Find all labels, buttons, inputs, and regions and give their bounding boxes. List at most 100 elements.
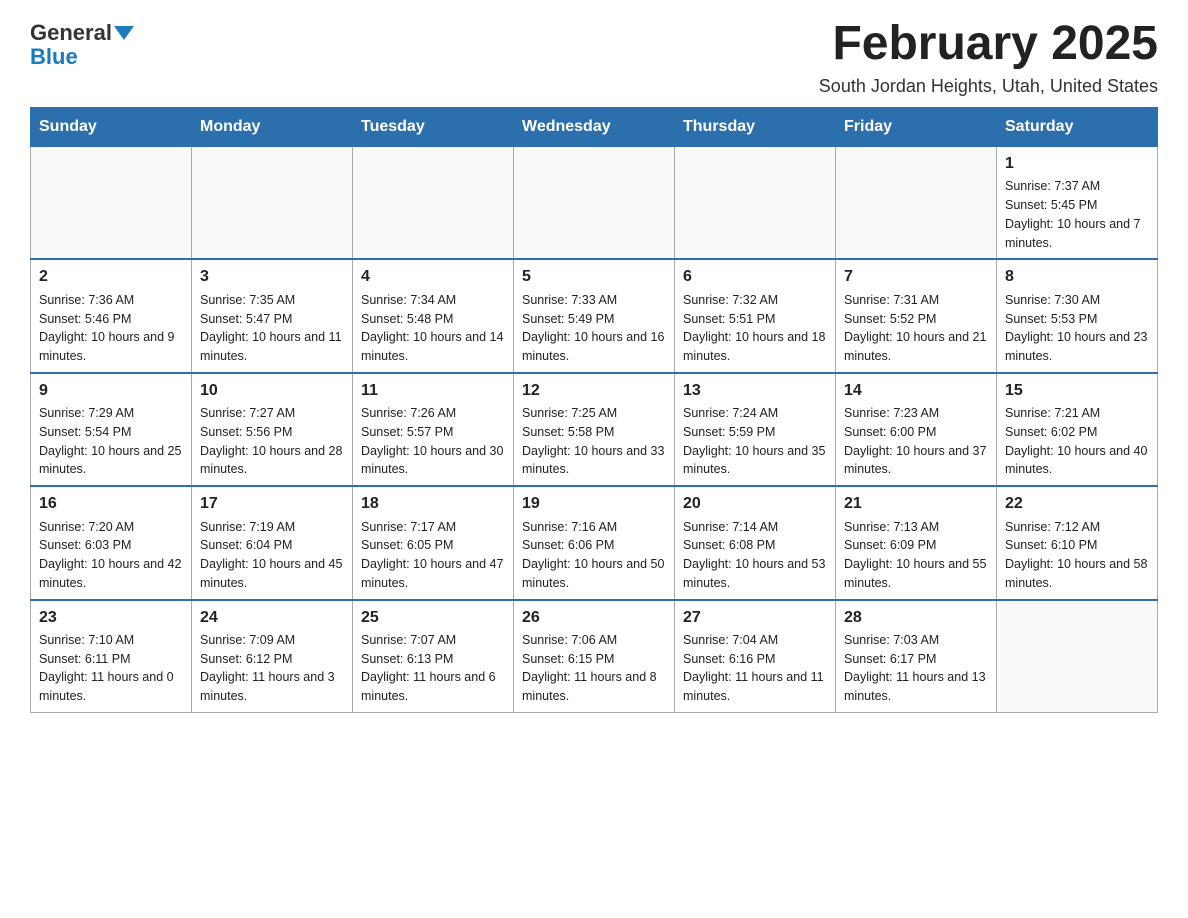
day-number: 15 <box>1005 380 1149 402</box>
calendar-cell: 4 Sunrise: 7:34 AMSunset: 5:48 PMDaylight… <box>353 259 514 372</box>
day-info: Sunrise: 7:37 AMSunset: 5:45 PMDaylight:… <box>1005 177 1149 252</box>
calendar-cell: 5 Sunrise: 7:33 AMSunset: 5:49 PMDaylight… <box>514 259 675 372</box>
calendar-cell: 12Sunrise: 7:25 AMSunset: 5:58 PMDayligh… <box>514 373 675 486</box>
day-info: Sunrise: 7:14 AMSunset: 6:08 PMDaylight:… <box>683 518 827 593</box>
day-info: Sunrise: 7:35 AMSunset: 5:47 PMDaylight:… <box>200 291 344 366</box>
day-number: 27 <box>683 607 827 629</box>
calendar-cell: 16 Sunrise: 7:20 AMSunset: 6:03 PMDayligh… <box>31 486 192 599</box>
day-info: Sunrise: 7:24 AMSunset: 5:59 PMDaylight:… <box>683 404 827 479</box>
day-info: Sunrise: 7:25 AMSunset: 5:58 PMDaylight:… <box>522 404 666 479</box>
day-info: Sunrise: 7:27 AMSunset: 5:56 PMDaylight:… <box>200 404 344 479</box>
day-number: 19 <box>522 493 666 515</box>
day-number: 23 <box>39 607 183 629</box>
day-number: 14 <box>844 380 988 402</box>
calendar-cell: 8 Sunrise: 7:30 AMSunset: 5:53 PMDaylight… <box>997 259 1158 372</box>
day-number: 4 <box>361 266 505 288</box>
day-info: Sunrise: 7:10 AMSunset: 6:11 PMDaylight:… <box>39 631 183 706</box>
day-info: Sunrise: 7:36 AMSunset: 5:46 PMDaylight:… <box>39 291 183 366</box>
calendar-cell: 13Sunrise: 7:24 AMSunset: 5:59 PMDayligh… <box>675 373 836 486</box>
day-info: Sunrise: 7:34 AMSunset: 5:48 PMDaylight:… <box>361 291 505 366</box>
day-number: 24 <box>200 607 344 629</box>
calendar-cell: 2 Sunrise: 7:36 AMSunset: 5:46 PMDaylight… <box>31 259 192 372</box>
day-number: 10 <box>200 380 344 402</box>
calendar-cell <box>192 147 353 260</box>
day-header-wednesday: Wednesday <box>514 108 675 147</box>
calendar-cell: 20 Sunrise: 7:14 AMSunset: 6:08 PMDayligh… <box>675 486 836 599</box>
day-number: 20 <box>683 493 827 515</box>
calendar-cell <box>31 147 192 260</box>
day-number: 16 <box>39 493 183 515</box>
calendar-cell <box>514 147 675 260</box>
calendar-cell: 21 Sunrise: 7:13 AMSunset: 6:09 PMDayligh… <box>836 486 997 599</box>
month-title: February 2025 <box>819 20 1158 68</box>
day-info: Sunrise: 7:20 AMSunset: 6:03 PMDaylight:… <box>39 518 183 593</box>
day-info: Sunrise: 7:29 AMSunset: 5:54 PMDaylight:… <box>39 404 183 479</box>
day-info: Sunrise: 7:23 AMSunset: 6:00 PMDaylight:… <box>844 404 988 479</box>
day-number: 7 <box>844 266 988 288</box>
day-info: Sunrise: 7:19 AMSunset: 6:04 PMDaylight:… <box>200 518 344 593</box>
day-info: Sunrise: 7:26 AMSunset: 5:57 PMDaylight:… <box>361 404 505 479</box>
day-info: Sunrise: 7:31 AMSunset: 5:52 PMDaylight:… <box>844 291 988 366</box>
calendar-cell: 27Sunrise: 7:04 AMSunset: 6:16 PMDayligh… <box>675 600 836 713</box>
logo-blue-text: Blue <box>30 44 78 70</box>
calendar-cell: 17 Sunrise: 7:19 AMSunset: 6:04 PMDayligh… <box>192 486 353 599</box>
day-number: 18 <box>361 493 505 515</box>
day-number: 13 <box>683 380 827 402</box>
day-info: Sunrise: 7:33 AMSunset: 5:49 PMDaylight:… <box>522 291 666 366</box>
day-number: 26 <box>522 607 666 629</box>
calendar-cell: 18 Sunrise: 7:17 AMSunset: 6:05 PMDayligh… <box>353 486 514 599</box>
day-info: Sunrise: 7:16 AMSunset: 6:06 PMDaylight:… <box>522 518 666 593</box>
week-row-4: 16 Sunrise: 7:20 AMSunset: 6:03 PMDayligh… <box>31 486 1158 599</box>
title-section: February 2025 South Jordan Heights, Utah… <box>819 20 1158 97</box>
day-number: 28 <box>844 607 988 629</box>
day-header-friday: Friday <box>836 108 997 147</box>
day-number: 21 <box>844 493 988 515</box>
logo: General Blue <box>30 20 136 70</box>
day-info: Sunrise: 7:06 AMSunset: 6:15 PMDaylight:… <box>522 631 666 706</box>
day-info: Sunrise: 7:32 AMSunset: 5:51 PMDaylight:… <box>683 291 827 366</box>
day-header-tuesday: Tuesday <box>353 108 514 147</box>
day-number: 17 <box>200 493 344 515</box>
day-info: Sunrise: 7:04 AMSunset: 6:16 PMDaylight:… <box>683 631 827 706</box>
calendar-cell: 10Sunrise: 7:27 AMSunset: 5:56 PMDayligh… <box>192 373 353 486</box>
day-header-sunday: Sunday <box>31 108 192 147</box>
day-number: 6 <box>683 266 827 288</box>
calendar-cell <box>997 600 1158 713</box>
day-info: Sunrise: 7:13 AMSunset: 6:09 PMDaylight:… <box>844 518 988 593</box>
week-row-5: 23Sunrise: 7:10 AMSunset: 6:11 PMDayligh… <box>31 600 1158 713</box>
day-number: 3 <box>200 266 344 288</box>
calendar-cell <box>675 147 836 260</box>
calendar-cell: 24Sunrise: 7:09 AMSunset: 6:12 PMDayligh… <box>192 600 353 713</box>
calendar-cell: 19 Sunrise: 7:16 AMSunset: 6:06 PMDayligh… <box>514 486 675 599</box>
week-row-3: 9Sunrise: 7:29 AMSunset: 5:54 PMDaylight… <box>31 373 1158 486</box>
calendar-cell: 15Sunrise: 7:21 AMSunset: 6:02 PMDayligh… <box>997 373 1158 486</box>
day-number: 9 <box>39 380 183 402</box>
day-number: 1 <box>1005 153 1149 175</box>
day-number: 5 <box>522 266 666 288</box>
day-info: Sunrise: 7:09 AMSunset: 6:12 PMDaylight:… <box>200 631 344 706</box>
day-number: 25 <box>361 607 505 629</box>
day-header-monday: Monday <box>192 108 353 147</box>
day-number: 8 <box>1005 266 1149 288</box>
calendar-cell: 22Sunrise: 7:12 AMSunset: 6:10 PMDayligh… <box>997 486 1158 599</box>
calendar-cell: 25Sunrise: 7:07 AMSunset: 6:13 PMDayligh… <box>353 600 514 713</box>
day-info: Sunrise: 7:30 AMSunset: 5:53 PMDaylight:… <box>1005 291 1149 366</box>
day-info: Sunrise: 7:17 AMSunset: 6:05 PMDaylight:… <box>361 518 505 593</box>
page-header: General Blue February 2025 South Jordan … <box>30 20 1158 97</box>
day-info: Sunrise: 7:03 AMSunset: 6:17 PMDaylight:… <box>844 631 988 706</box>
calendar-cell: 3 Sunrise: 7:35 AMSunset: 5:47 PMDaylight… <box>192 259 353 372</box>
day-info: Sunrise: 7:12 AMSunset: 6:10 PMDaylight:… <box>1005 518 1149 593</box>
calendar-cell <box>836 147 997 260</box>
day-number: 2 <box>39 266 183 288</box>
location-text: South Jordan Heights, Utah, United State… <box>819 76 1158 97</box>
calendar-cell: 23Sunrise: 7:10 AMSunset: 6:11 PMDayligh… <box>31 600 192 713</box>
week-row-2: 2 Sunrise: 7:36 AMSunset: 5:46 PMDaylight… <box>31 259 1158 372</box>
day-info: Sunrise: 7:07 AMSunset: 6:13 PMDaylight:… <box>361 631 505 706</box>
calendar-cell: 9Sunrise: 7:29 AMSunset: 5:54 PMDaylight… <box>31 373 192 486</box>
calendar-header-row: SundayMondayTuesdayWednesdayThursdayFrid… <box>31 108 1158 147</box>
day-number: 11 <box>361 380 505 402</box>
logo-arrow-icon <box>114 26 134 40</box>
day-number: 12 <box>522 380 666 402</box>
logo-general-text: General <box>30 20 112 46</box>
day-header-thursday: Thursday <box>675 108 836 147</box>
